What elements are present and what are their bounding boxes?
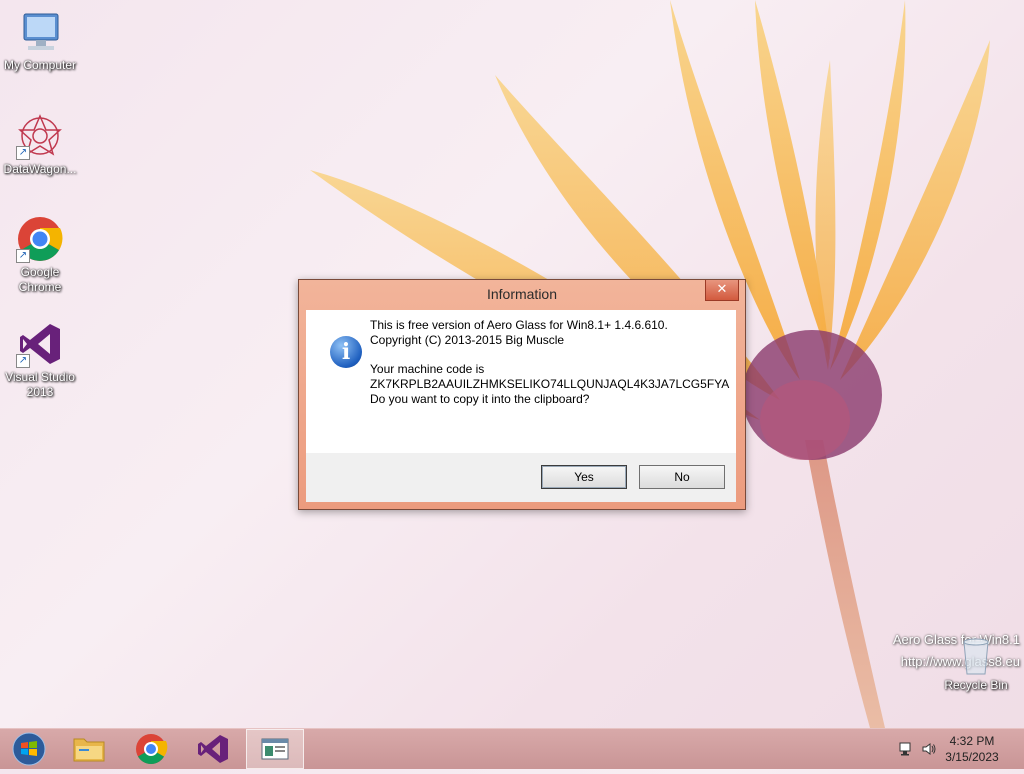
taskbar-visual-studio[interactable] xyxy=(186,729,240,769)
desktop-icon-visual-studio[interactable]: ↗ Visual Studio 2013 xyxy=(0,320,80,400)
message-question: Do you want to copy it into the clipboar… xyxy=(370,392,590,406)
start-button[interactable] xyxy=(2,729,56,769)
clock-date[interactable]: 3/15/2023 xyxy=(942,750,1002,764)
chrome-icon xyxy=(136,734,168,765)
dialog-body: i This is free version of Aero Glass for… xyxy=(306,310,736,502)
dialog-content: i This is free version of Aero Glass for… xyxy=(306,310,736,453)
windows-orb-icon xyxy=(12,732,46,766)
window-icon xyxy=(261,738,289,760)
desktop-icon-google-chrome[interactable]: ↗ Google Chrome xyxy=(0,215,80,295)
taskbar-chrome[interactable] xyxy=(124,729,178,769)
desktop-icon-label: Google Chrome xyxy=(18,265,62,294)
desktop-icon-label: My Computer xyxy=(3,58,77,72)
desktop-icon-datawagon[interactable]: ↗ DataWagon... xyxy=(0,112,80,177)
folder-icon xyxy=(73,738,105,762)
message-version: This is free version of Aero Glass for W… xyxy=(370,318,668,332)
taskbar-active-window[interactable] xyxy=(246,729,304,769)
no-button[interactable]: No xyxy=(639,465,725,489)
shortcut-arrow-icon: ↗ xyxy=(16,354,30,368)
desktop-icon-label: Visual Studio 2013 xyxy=(5,370,75,399)
yes-button[interactable]: Yes xyxy=(541,465,627,489)
desktop-icon-label: DataWagon... xyxy=(3,162,77,176)
dialog-title: Information xyxy=(486,286,558,302)
network-icon[interactable] xyxy=(898,741,914,757)
shortcut-arrow-icon: ↗ xyxy=(16,249,30,263)
chrome-icon: ↗ xyxy=(16,215,64,263)
recycle-bin-icon xyxy=(952,632,1000,676)
clock-time[interactable]: 4:32 PM xyxy=(942,734,1002,748)
desktop-icon-my-computer[interactable]: My Computer xyxy=(0,8,80,73)
datawagon-icon: ↗ xyxy=(16,112,64,160)
close-button[interactable]: ✕ xyxy=(705,280,739,301)
message-copyright: Copyright (C) 2013-2015 Big Muscle xyxy=(370,333,565,347)
desktop-icon-recycle-bin[interactable]: Recycle Bin xyxy=(936,632,1016,693)
volume-icon[interactable] xyxy=(921,741,937,757)
taskbar-file-explorer[interactable] xyxy=(62,729,116,769)
message-machine-code: ZK7KRPLB2AAUILZHMKSELIKO74LLQUNJAQL4K3JA… xyxy=(370,377,730,391)
visual-studio-icon: ↗ xyxy=(16,320,64,368)
taskbar: 4:32 PM 3/15/2023 xyxy=(0,728,1024,769)
information-dialog: Information ✕ i This is free version of … xyxy=(298,279,746,510)
info-icon: i xyxy=(330,336,362,368)
message-machine-code-label: Your machine code is xyxy=(370,362,485,376)
desktop-icon-label: Recycle Bin xyxy=(944,678,1008,692)
shortcut-arrow-icon: ↗ xyxy=(16,146,30,160)
visual-studio-icon xyxy=(198,735,228,763)
computer-icon xyxy=(16,8,64,56)
